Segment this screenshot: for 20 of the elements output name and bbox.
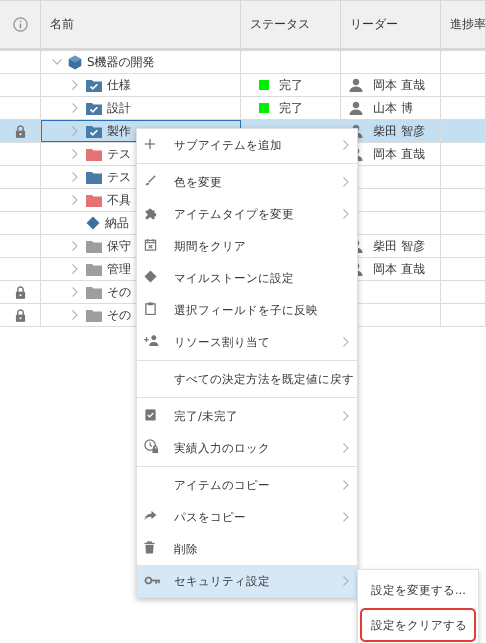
item-name: 製作 (107, 122, 131, 140)
item-name: テス (107, 168, 131, 186)
status-label: 完了 (279, 76, 303, 94)
item-name: その (107, 284, 131, 300)
item-name: S機器の開発 (87, 54, 155, 70)
item-name: 不具 (107, 192, 131, 208)
item-name: 設計 (107, 100, 131, 116)
item-name: テス (107, 146, 131, 162)
leader-name: 岡本 直哉 (373, 146, 425, 162)
item-name: 管理 (107, 260, 131, 278)
leader-name: 山本 博 (373, 100, 413, 116)
leader-name: 岡本 直哉 (373, 76, 425, 94)
leader-name: 柴田 智彦 (373, 238, 425, 254)
item-name: 保守 (107, 238, 131, 254)
leader-name: 岡本 直哉 (373, 260, 425, 278)
leader-name: 柴田 智彦 (373, 122, 425, 140)
item-name: 納品 (105, 214, 129, 232)
item-name: その (107, 306, 131, 324)
item-name: 仕様 (107, 76, 131, 94)
status-label: 完了 (279, 100, 303, 116)
